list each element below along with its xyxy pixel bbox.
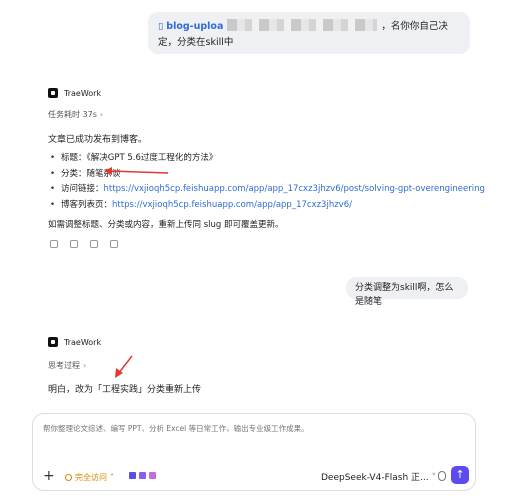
traework-logo-icon [48, 88, 58, 98]
assistant-header: TraeWork [48, 337, 101, 347]
message-input[interactable] [43, 424, 463, 433]
reply-footer: 如需调整标题、分类或内容，重新上传同 slug 即可覆盖更新。 [48, 220, 284, 230]
annotation-arrow [115, 355, 133, 378]
access-shield-icon [65, 474, 72, 481]
file-icon: ▯ [158, 21, 164, 32]
add-attachment-button[interactable]: + [43, 469, 55, 483]
model-name: DeepSeek-V4-Flash 正... [321, 473, 429, 483]
tool-icons [129, 472, 156, 479]
assistant-name: TraeWork [64, 337, 102, 347]
send-button[interactable]: ↑ [451, 466, 469, 484]
thumbs-up-icon[interactable] [90, 240, 98, 248]
post-link[interactable]: https://vxjioqh5cp.feishuapp.com/app/app… [104, 184, 485, 194]
access-mode-dropdown[interactable]: 完全访问 ˅ [65, 472, 114, 483]
user-message-bubble: ▯ blog-uploa ，名你你自己决定，分类在skill中 [148, 12, 470, 54]
reply-intro: 文章已成功发布到博客。 [48, 135, 148, 145]
user-message-bubble: 分类调整为skill啊，怎么是随笔 [346, 277, 468, 307]
assistant-header: TraeWork [48, 88, 101, 98]
traework-logo-icon [48, 337, 58, 347]
image-tool-icon[interactable] [129, 472, 136, 479]
skill-tool-icon[interactable] [139, 472, 146, 479]
plugin-tool-icon[interactable] [149, 472, 156, 479]
thinking-process-toggle[interactable]: 思考过程 › [48, 360, 86, 371]
list-item: 博客列表页：https://vxjioqh5cp.feishuapp.com/a… [50, 198, 485, 214]
microphone-icon[interactable] [438, 471, 446, 481]
reply-text: 明白，改为「工程实践」分类重新上传 [48, 385, 202, 395]
composer: + 完全访问 ˅ DeepSeek-V4-Flash 正... ˅ ↑ [32, 413, 476, 491]
chevron-right-icon: › [83, 361, 87, 370]
chevron-down-icon: ˅ [431, 473, 436, 483]
task-duration-label: 任务耗时 37s [48, 110, 97, 119]
blog-list-link[interactable]: https://vxjioqh5cp.feishuapp.com/app/app… [112, 200, 352, 210]
copy-icon[interactable] [50, 240, 58, 248]
message-actions [50, 240, 118, 248]
annotation-arrow [104, 167, 169, 175]
thinking-process-label: 思考过程 [48, 361, 80, 370]
list-item: 访问链接：https://vxjioqh5cp.feishuapp.com/ap… [50, 182, 485, 198]
publish-details-list: 标题：《解决GPT 5.6过度工程化的方法》 分类：随笔杂谈 访问链接：http… [50, 151, 485, 213]
chevron-down-icon: ˅ [110, 473, 114, 482]
chevron-right-icon: › [99, 110, 104, 119]
redacted-text [227, 19, 378, 31]
model-selector[interactable]: DeepSeek-V4-Flash 正... ˅ [321, 470, 436, 483]
file-chip[interactable]: blog-uploa [166, 21, 223, 32]
access-mode-label: 完全访问 [75, 473, 107, 482]
assistant-name: TraeWork [64, 88, 102, 98]
share-icon[interactable] [70, 240, 78, 248]
task-duration-toggle[interactable]: 任务耗时 37s › [48, 109, 103, 120]
thumbs-down-icon[interactable] [110, 240, 118, 248]
